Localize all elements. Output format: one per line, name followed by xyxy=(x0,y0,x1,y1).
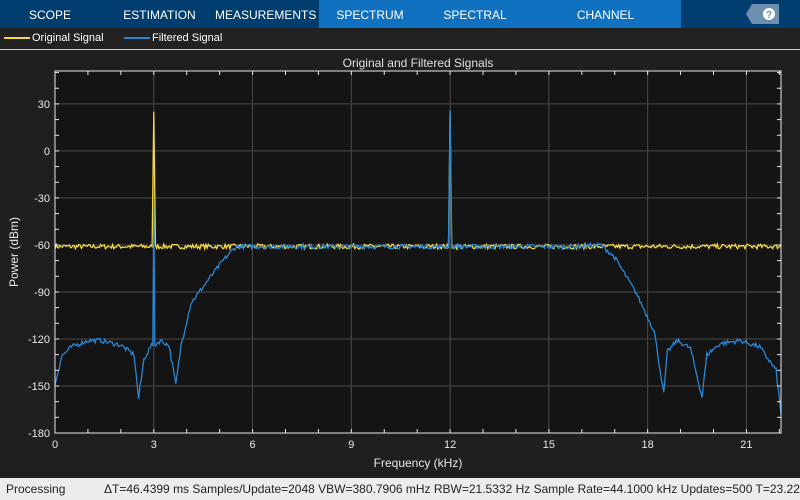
legend-swatch xyxy=(124,37,150,39)
tab-estimation[interactable]: ESTIMATION xyxy=(117,0,202,28)
status-bar: Processing ΔT=46.4399 ms Samples/Update=… xyxy=(0,478,800,500)
y-tick-label: -90 xyxy=(34,287,50,299)
y-tick-label: -30 xyxy=(34,193,50,205)
tab-spectral-mask[interactable]: SPECTRAL MASK xyxy=(425,0,525,52)
plot-area xyxy=(55,71,781,433)
legend-swatch xyxy=(4,37,30,39)
x-tick-label: 3 xyxy=(151,439,157,451)
legend-item-filtered[interactable]: Filtered Signal xyxy=(124,32,222,44)
x-tick-label: 21 xyxy=(740,439,752,451)
y-tick-label: -120 xyxy=(28,334,50,346)
legend-item-original[interactable]: Original Signal xyxy=(4,32,104,44)
x-tick-label: 15 xyxy=(543,439,555,451)
chart-title: Original and Filtered Signals xyxy=(343,56,494,70)
toolstrip: SCOPE ESTIMATION MEASUREMENTS SPECTRUM S… xyxy=(0,0,800,52)
x-tick-label: 6 xyxy=(249,439,255,451)
x-tick-label: 0 xyxy=(52,439,58,451)
legend-label: Filtered Signal xyxy=(152,32,223,44)
status-info: ΔT=46.4399 ms Samples/Update=2048 VBW=38… xyxy=(104,482,800,496)
spectrum-plot[interactable]: Original and Filtered Signals 0 3 6 9 12 15 18… xyxy=(0,50,800,478)
tab-measurements[interactable]: MEASUREMENTS xyxy=(215,0,316,28)
x-tick-label: 18 xyxy=(642,439,654,451)
y-tick-label: -180 xyxy=(28,428,50,440)
y-tick-label: -60 xyxy=(34,240,50,252)
x-axis-label: Frequency (kHz) xyxy=(374,456,463,470)
tab-scope[interactable]: SCOPE xyxy=(10,0,90,28)
x-tick-label: 9 xyxy=(348,439,354,451)
x-tick-label: 12 xyxy=(444,439,456,451)
tab-spectrum[interactable]: SPECTRUM xyxy=(330,0,410,28)
y-tick-label: 30 xyxy=(38,99,50,111)
y-tick-label: -150 xyxy=(28,381,50,393)
legend-label: Original Signal xyxy=(32,32,104,44)
svg-text:?: ? xyxy=(766,10,772,21)
status-state: Processing xyxy=(6,482,66,496)
y-tick-label: 0 xyxy=(44,146,50,158)
tab-channel-measurements[interactable]: CHANNEL MEASUREMENTS xyxy=(533,0,678,52)
legend: Original Signal Filtered Signal xyxy=(0,28,800,50)
y-axis-label: Power (dBm) xyxy=(7,217,21,287)
help-button[interactable]: ? xyxy=(746,4,779,24)
